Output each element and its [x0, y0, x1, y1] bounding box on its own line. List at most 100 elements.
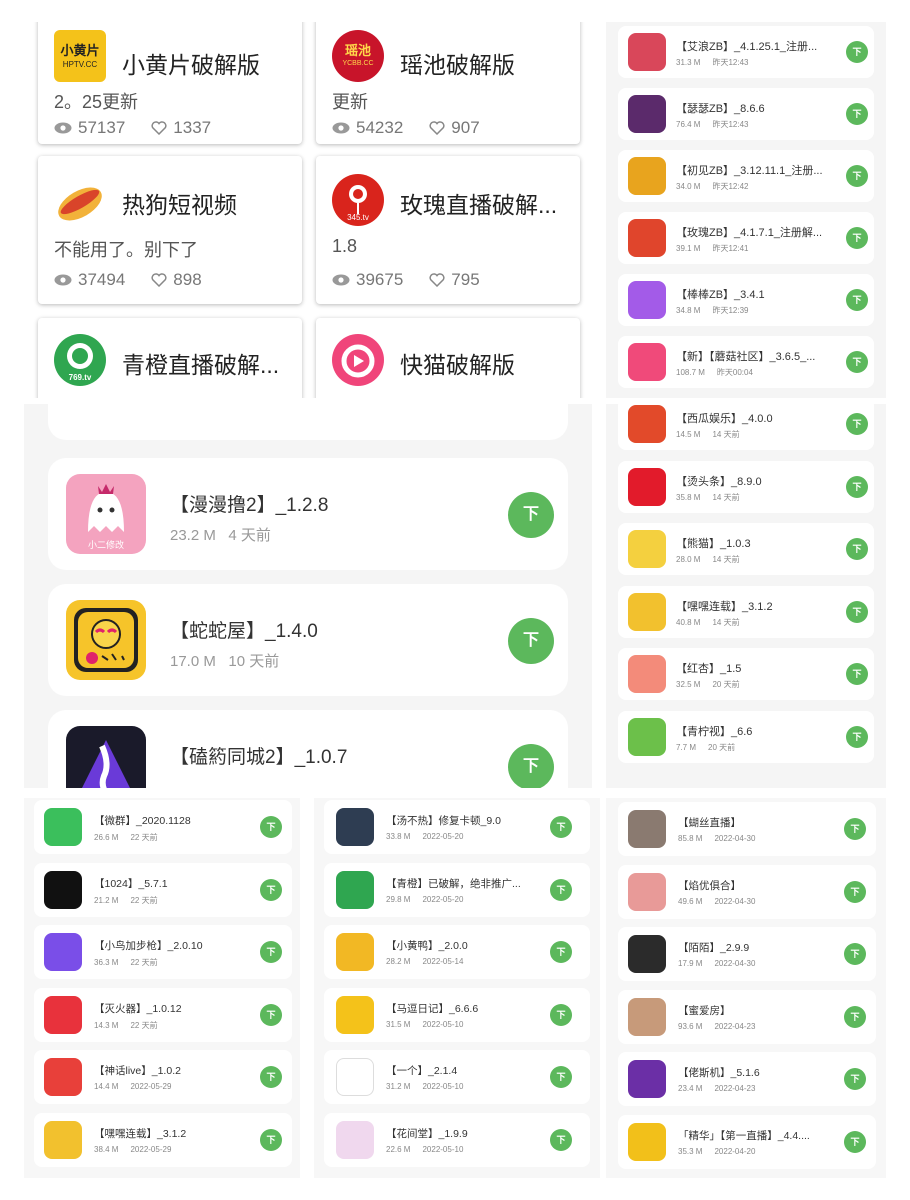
list-item[interactable]: 【马逗日记】_6.6.6 31.5 M 2022-05-10 下	[324, 987, 590, 1042]
heart-icon[interactable]	[151, 121, 167, 135]
list-item[interactable]: 【棒棒ZB】_3.4.1 34.8 M 昨天12:39 下	[618, 274, 874, 326]
app-meta: 23.2 M 4 天前	[170, 527, 271, 544]
download-button[interactable]: 下	[550, 816, 572, 838]
list-item[interactable]: 【瑟瑟ZB】_8.6.6 76.4 M 昨天12:43 下	[618, 88, 874, 140]
list-item[interactable]: 【汤不热】修复卡顿_9.0 33.8 M 2022-05-20 下	[324, 800, 590, 854]
download-button[interactable]: 下	[550, 941, 572, 963]
app-list-panel-top-right: 【艾浪ZB】_4.1.25.1_注册... 31.3 M 昨天12:43 下【瑟瑟ZB…	[606, 22, 886, 398]
app-name: 【熊猫】_1.0.3	[676, 538, 751, 550]
download-button[interactable]: 下	[846, 600, 868, 623]
list-item[interactable]: 【嘿嘿连载】_3.1.2 40.8 M 14 天前 下	[618, 585, 874, 638]
list-item[interactable]: 【青柠视】_6.6 7.7 M 20 天前 下	[618, 710, 874, 763]
download-button[interactable]: 下	[508, 744, 554, 788]
download-button[interactable]: 下	[260, 878, 282, 901]
download-button[interactable]: 下	[846, 289, 868, 311]
app-meta: 7.7 M 20 天前	[676, 742, 735, 753]
app-card[interactable]: 345.tv 玫瑰直播破解... 1.8 39675 795	[316, 156, 580, 304]
list-item[interactable]: 【新】【蘑菇社区】_3.6.5_... 108.7 M 昨天00:04 下	[618, 336, 874, 388]
updated-time: 2022-04-20	[714, 1146, 756, 1156]
heart-icon[interactable]	[429, 273, 445, 287]
list-item[interactable]: 【玫瑰ZB】_4.1.7.1_注册解... 39.1 M 昨天12:41 下	[618, 212, 874, 264]
app-icon	[628, 33, 666, 71]
app-card[interactable]: 小黄片 HPTV.CC 小黄片破解版 2。25更新 57137 1337	[38, 22, 302, 144]
app-icon	[336, 1058, 374, 1096]
download-button[interactable]: 下	[846, 475, 868, 498]
list-item[interactable]: 【焰优俱合】 49.6 M 2022-04-30 下	[618, 864, 876, 919]
download-button[interactable]: 下	[844, 818, 866, 840]
file-size: 31.2 M	[386, 1082, 411, 1091]
updated-time: 2022-04-30	[714, 959, 756, 968]
list-item[interactable]: 【小黄鸭】_2.0.0 28.2 M 2022-05-14 下	[324, 925, 590, 979]
list-item[interactable]: 【蝴丝直播】 85.8 M 2022-04-30 下	[618, 802, 876, 856]
list-item[interactable]: 【磕箹同城2】_1.0.7 下	[48, 710, 568, 788]
app-card[interactable]: 热狗短视频 不能用了。别下了 37494 898	[38, 156, 302, 304]
xiaohuangpian-logo-icon: 小黄片 HPTV.CC	[54, 30, 106, 82]
download-button[interactable]: 下	[844, 1130, 866, 1153]
app-meta: 14.3 M 22 天前	[94, 1020, 158, 1031]
list-item[interactable]: 【微群】_2020.1128 26.6 M 22 天前 下	[34, 800, 292, 854]
list-item[interactable]: 【蛇蛇屋】_1.4.0 17.0 M 10 天前 下	[48, 584, 568, 696]
download-button[interactable]: 下	[260, 1066, 282, 1088]
download-button[interactable]: 下	[260, 941, 282, 963]
list-item[interactable]: 【佬斯机】_5.1.6 23.4 M 2022-04-23 下	[618, 1052, 876, 1106]
download-button[interactable]: 下	[260, 1128, 282, 1151]
download-button[interactable]: 下	[260, 816, 282, 838]
list-item[interactable]: 【熊猫】_1.0.3 28.0 M 14 天前 下	[618, 523, 874, 575]
heart-icon[interactable]	[151, 273, 167, 287]
app-card[interactable]: 快猫破解版	[316, 318, 580, 398]
list-item-partial[interactable]	[48, 404, 568, 440]
download-button[interactable]: 下	[846, 725, 868, 748]
list-item[interactable]: 【红杏】_1.5 32.5 M 20 天前 下	[618, 648, 874, 700]
list-item[interactable]: 【西瓜娱乐】_4.0.0 14.5 M 14 天前 下	[618, 404, 874, 450]
file-size: 35.3 M	[678, 1146, 703, 1156]
list-item[interactable]: 【1024】_5.7.1 21.2 M 22 天前 下	[34, 862, 292, 917]
list-item[interactable]: 「精华」【第一直播】_4.4.... 35.3 M 2022-04-20 下	[618, 1114, 876, 1169]
download-button[interactable]: 下	[846, 538, 868, 560]
download-button[interactable]: 下	[846, 351, 868, 373]
app-name: 【玫瑰ZB】_4.1.7.1_注册解...	[676, 227, 823, 239]
download-button[interactable]: 下	[260, 1003, 282, 1026]
app-name: 青橙直播破解...	[122, 352, 280, 378]
like-count: 907	[451, 118, 480, 137]
download-button[interactable]: 下	[846, 227, 868, 249]
list-item[interactable]: 【初见ZB】_3.12.11.1_注册... 34.0 M 昨天12:42 下	[618, 150, 874, 202]
download-button[interactable]: 下	[550, 878, 572, 901]
list-item[interactable]: 【艾浪ZB】_4.1.25.1_注册... 31.3 M 昨天12:43 下	[618, 26, 874, 78]
download-button[interactable]: 下	[844, 1005, 866, 1028]
list-item[interactable]: 【神话live】_1.0.2 14.4 M 2022-05-29 下	[34, 1050, 292, 1104]
download-button[interactable]: 下	[846, 413, 868, 435]
app-card[interactable]: 769.tv 青橙直播破解...	[38, 318, 302, 398]
list-item[interactable]: 小二修改 【漫漫撸2】_1.2.8 23.2 M 4 天前 下	[48, 458, 568, 570]
list-item[interactable]: 【一个】_2.1.4 31.2 M 2022-05-10 下	[324, 1050, 590, 1104]
list-item[interactable]: 【青橙】已破解，绝非推广... 29.8 M 2022-05-20 下	[324, 862, 590, 917]
download-button[interactable]: 下	[844, 1068, 866, 1090]
app-meta: 33.8 M 2022-05-20	[386, 832, 463, 841]
app-card[interactable]: 瑶池 YCBB.CC 瑶池破解版 更新 54232 907	[316, 22, 580, 144]
list-item[interactable]: 【灭火器】_1.0.12 14.3 M 22 天前 下	[34, 987, 292, 1042]
download-button[interactable]: 下	[550, 1128, 572, 1151]
download-button[interactable]: 下	[846, 663, 868, 685]
download-button[interactable]: 下	[846, 165, 868, 187]
list-item[interactable]: 【小鸟加步枪】_2.0.10 36.3 M 22 天前 下	[34, 925, 292, 979]
download-button[interactable]: 下	[550, 1066, 572, 1088]
app-meta: 23.4 M 2022-04-23	[678, 1084, 755, 1093]
list-item[interactable]: 【嘿嘿连载】_3.1.2 38.4 M 2022-05-29 下	[34, 1112, 292, 1167]
download-button[interactable]: 下	[844, 943, 866, 965]
list-item[interactable]: 【陌陌】_2.9.9 17.9 M 2022-04-30 下	[618, 927, 876, 981]
download-button[interactable]: 下	[550, 1003, 572, 1026]
list-item[interactable]: 【花间堂】_1.9.9 22.6 M 2022-05-10 下	[324, 1112, 590, 1167]
app-meta: 17.0 M 10 天前	[170, 653, 280, 670]
download-button[interactable]: 下	[846, 103, 868, 125]
download-button[interactable]: 下	[508, 618, 554, 664]
heart-icon[interactable]	[429, 121, 445, 135]
download-button[interactable]: 下	[846, 41, 868, 63]
updated-time: 昨天12:39	[712, 306, 749, 315]
updated-time: 2022-05-14	[422, 957, 464, 966]
download-button[interactable]: 下	[508, 492, 554, 538]
app-meta: 22.6 M 2022-05-10	[386, 1145, 463, 1154]
list-item[interactable]: 【烫头条】_8.9.0 35.8 M 14 天前 下	[618, 460, 874, 513]
list-item[interactable]: 【蜜爱房】 93.6 M 2022-04-23 下	[618, 989, 876, 1044]
download-button[interactable]: 下	[844, 880, 866, 903]
app-name: 【花间堂】_1.9.9	[386, 1127, 468, 1140]
like-count: 898	[173, 270, 202, 289]
